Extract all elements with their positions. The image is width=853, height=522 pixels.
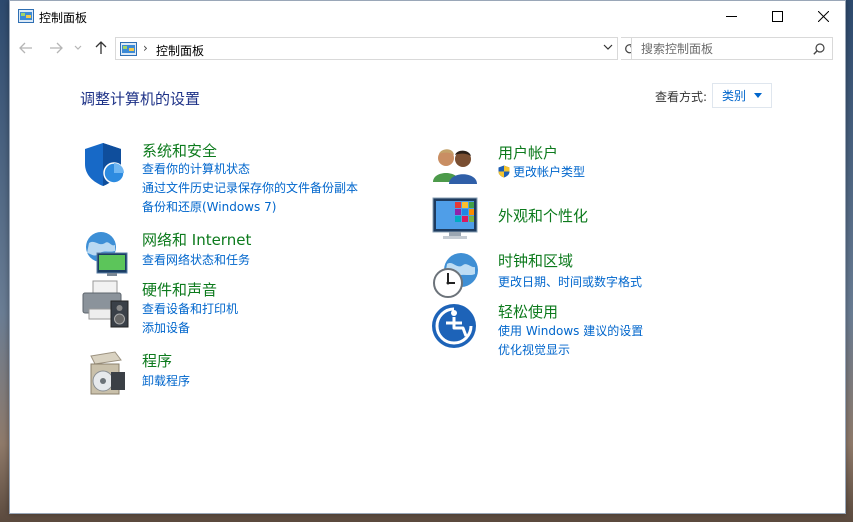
control-panel-app-icon — [18, 9, 34, 23]
recent-locations-button[interactable] — [72, 39, 84, 57]
link-optimize-visual-display[interactable]: 优化视觉显示 — [498, 341, 570, 358]
address-bar[interactable]: › 控制面板 — [115, 37, 618, 60]
window-title: 控制面板 — [39, 11, 88, 25]
control-panel-icon — [120, 42, 137, 56]
maximize-icon — [771, 11, 783, 22]
monitor-palette-icon — [432, 197, 478, 239]
search-icon[interactable] — [813, 43, 825, 55]
search-input[interactable] — [632, 38, 812, 59]
forward-button[interactable] — [47, 39, 65, 57]
maximize-button[interactable] — [754, 1, 800, 32]
category-title-programs[interactable]: 程序 — [142, 350, 172, 371]
arrow-right-icon — [50, 42, 63, 54]
close-icon — [817, 11, 829, 22]
view-by-label: 查看方式: — [655, 90, 708, 104]
link-change-account-type-label: 更改帐户类型 — [513, 165, 586, 179]
link-devices-printers[interactable]: 查看设备和打印机 — [142, 300, 238, 317]
link-backup-restore[interactable]: 备份和还原(Windows 7) — [142, 198, 276, 215]
category-title-hardware-sound[interactable]: 硬件和声音 — [142, 279, 217, 300]
category-title-clock-region[interactable]: 时钟和区域 — [498, 250, 573, 271]
category-title-ease-of-access[interactable]: 轻松使用 — [498, 301, 558, 322]
security-shield-icon — [85, 143, 125, 186]
caret-down-icon — [754, 93, 762, 98]
link-file-history[interactable]: 通过文件历史记录保存你的文件备份副本 — [142, 179, 358, 196]
category-title-system-security[interactable]: 系统和安全 — [142, 140, 217, 161]
chevron-down-icon — [74, 45, 82, 50]
page-title: 调整计算机的设置 — [80, 90, 201, 108]
printer-speaker-icon — [82, 280, 129, 328]
programs-box-icon — [90, 351, 125, 395]
breadcrumb-separator[interactable]: › — [143, 41, 148, 55]
minimize-icon — [725, 16, 737, 17]
arrow-left-icon — [19, 42, 32, 54]
chevron-down-icon[interactable] — [603, 44, 613, 51]
control-panel-window: 控制面板 › 控制面板 搜索控制面板 调整计算机的设置 查看方式: 类别 系统和… — [9, 0, 846, 514]
arrow-up-icon — [95, 41, 107, 54]
ease-of-access-icon — [432, 304, 476, 348]
category-title-user-accounts[interactable]: 用户帐户 — [498, 142, 558, 163]
search-box[interactable] — [631, 37, 833, 60]
view-by-dropdown[interactable]: 类别 — [712, 83, 772, 108]
clock-globe-icon — [433, 253, 478, 298]
users-icon — [433, 149, 477, 184]
minimize-button[interactable] — [708, 1, 754, 32]
link-change-date-time-format[interactable]: 更改日期、时间或数字格式 — [498, 273, 642, 290]
back-button[interactable] — [17, 39, 35, 57]
category-title-appearance[interactable]: 外观和个性化 — [498, 205, 588, 226]
title-bar[interactable]: 控制面板 — [10, 1, 845, 32]
link-change-account-type[interactable]: 更改帐户类型 — [498, 163, 585, 180]
network-globe-icon — [86, 232, 128, 276]
category-title-network[interactable]: 网络和 Internet — [142, 229, 251, 250]
link-view-computer-status[interactable]: 查看你的计算机状态 — [142, 160, 250, 177]
link-add-device[interactable]: 添加设备 — [142, 319, 190, 336]
close-button[interactable] — [800, 1, 846, 32]
link-network-status[interactable]: 查看网络状态和任务 — [142, 251, 250, 268]
navigation-bar: › 控制面板 — [10, 32, 845, 64]
content-area: 调整计算机的设置 查看方式: 类别 系统和安全 查看你的计算机状态 通过文件历史… — [10, 64, 845, 514]
up-button[interactable] — [92, 39, 110, 57]
view-by-value: 类别 — [722, 89, 747, 103]
link-uninstall-program[interactable]: 卸载程序 — [142, 372, 190, 389]
breadcrumb-control-panel[interactable]: 控制面板 — [156, 42, 204, 59]
uac-shield-icon — [498, 165, 510, 178]
link-windows-recommended-settings[interactable]: 使用 Windows 建议的设置 — [498, 322, 643, 339]
